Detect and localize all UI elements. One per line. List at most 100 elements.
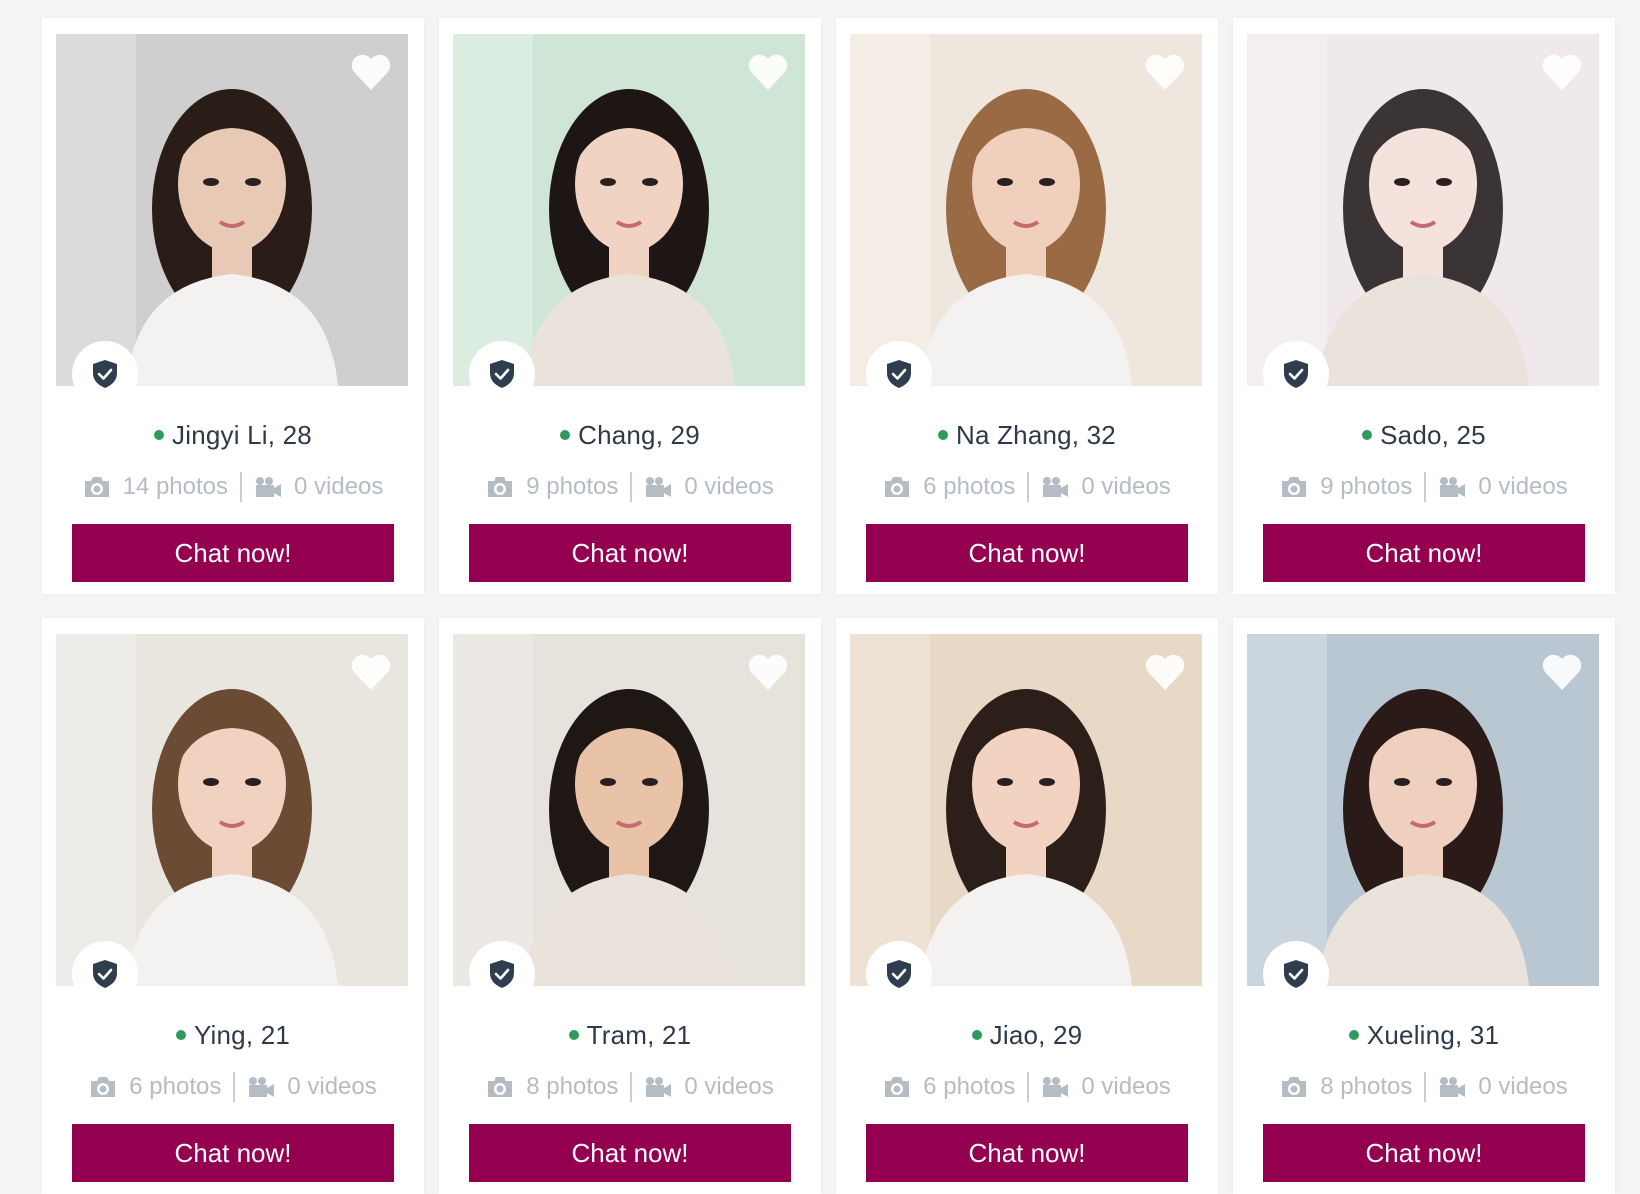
camera-icon [885,1077,910,1097]
media-counts: 6 photos 0 videos [836,472,1218,502]
divider [1424,1072,1427,1102]
shield-check-icon [1284,960,1308,988]
profile-name[interactable]: Chang, 29 [439,420,821,451]
online-dot-icon [175,1030,186,1040]
heart-icon[interactable] [1541,652,1583,692]
heart-icon[interactable] [747,652,789,692]
camera-icon [488,477,513,497]
profile-name[interactable]: Tram, 21 [439,1020,821,1051]
divider [1424,472,1427,502]
profile-photo[interactable] [453,34,805,386]
name-age-text: Na Zhang, 32 [956,420,1116,450]
name-age-text: Chang, 29 [578,420,700,450]
shield-check-icon [93,360,117,388]
verified-badge [866,941,932,1007]
profile-card-5: Ying, 21 6 photos 0 videos Chat now! [42,618,424,1194]
shield-check-icon [887,360,911,388]
photo-count: 6 photos [923,1073,1016,1100]
name-age-text: Xueling, 31 [1366,1020,1500,1050]
chat-now-button[interactable]: Chat now! [1263,524,1585,582]
media-counts: 14 photos 0 videos [42,472,424,502]
camera-icon [1282,1077,1307,1097]
media-counts: 6 photos 0 videos [42,1072,424,1102]
chat-now-button[interactable]: Chat now! [72,524,394,582]
video-camera-icon [1440,477,1466,497]
profile-card-2: Chang, 29 9 photos 0 videos Chat now! [439,18,821,594]
video-count: 0 videos [1081,473,1171,500]
profile-name[interactable]: Jingyi Li, 28 [42,420,424,451]
verified-badge [1263,341,1329,407]
video-count: 0 videos [684,1073,774,1100]
media-counts: 6 photos 0 videos [836,1072,1218,1102]
profile-grid: Jingyi Li, 28 14 photos 0 videos Chat no… [42,18,1615,1194]
video-count: 0 videos [1478,473,1568,500]
chat-now-button[interactable]: Chat now! [469,524,791,582]
video-camera-icon [1043,477,1069,497]
video-count: 0 videos [287,1073,377,1100]
name-age-text: Tram, 21 [586,1020,692,1050]
camera-icon [885,477,910,497]
heart-icon[interactable] [1541,52,1583,92]
online-dot-icon [1348,1030,1359,1040]
camera-icon [91,1077,116,1097]
online-dot-icon [560,430,571,440]
profile-card-4: Sado, 25 9 photos 0 videos Chat now! [1233,18,1615,594]
verified-badge [469,941,535,1007]
video-camera-icon [256,477,282,497]
heart-icon[interactable] [350,652,392,692]
chat-now-button[interactable]: Chat now! [1263,1124,1585,1182]
shield-check-icon [490,360,514,388]
media-counts: 8 photos 0 videos [1233,1072,1615,1102]
chat-now-button[interactable]: Chat now! [469,1124,791,1182]
camera-icon [84,477,109,497]
name-age-text: Jingyi Li, 28 [172,420,312,450]
chat-now-button[interactable]: Chat now! [72,1124,394,1182]
video-camera-icon [646,477,672,497]
profile-name[interactable]: Xueling, 31 [1233,1020,1615,1051]
online-dot-icon [1362,430,1373,440]
profile-name[interactable]: Jiao, 29 [836,1020,1218,1051]
heart-icon[interactable] [350,52,392,92]
photo-count: 8 photos [1320,1073,1413,1100]
profile-photo[interactable] [850,34,1202,386]
video-camera-icon [1440,1077,1466,1097]
profile-photo[interactable] [56,34,408,386]
photo-count: 6 photos [923,473,1016,500]
verified-badge [866,341,932,407]
video-count: 0 videos [1478,1073,1568,1100]
profile-photo[interactable] [453,634,805,986]
profile-photo[interactable] [56,634,408,986]
chat-now-button[interactable]: Chat now! [866,1124,1188,1182]
heart-icon[interactable] [1144,652,1186,692]
divider [630,1072,633,1102]
photo-count: 9 photos [526,473,619,500]
shield-check-icon [1284,360,1308,388]
online-dot-icon [938,430,949,440]
heart-icon[interactable] [747,52,789,92]
profile-name[interactable]: Sado, 25 [1233,420,1615,451]
profile-card-8: Xueling, 31 8 photos 0 videos Chat now! [1233,618,1615,1194]
media-counts: 9 photos 0 videos [439,472,821,502]
video-camera-icon [249,1077,275,1097]
online-dot-icon [154,430,165,440]
divider [1027,1072,1030,1102]
profile-name[interactable]: Na Zhang, 32 [836,420,1218,451]
photo-count: 14 photos [122,473,229,500]
verified-badge [1263,941,1329,1007]
name-age-text: Jiao, 29 [989,1020,1083,1050]
name-age-text: Sado, 25 [1380,420,1486,450]
verified-badge [72,941,138,1007]
video-camera-icon [646,1077,672,1097]
camera-icon [488,1077,513,1097]
online-dot-icon [568,1030,579,1040]
profile-photo[interactable] [850,634,1202,986]
profile-card-1: Jingyi Li, 28 14 photos 0 videos Chat no… [42,18,424,594]
profile-name[interactable]: Ying, 21 [42,1020,424,1051]
profile-photo[interactable] [1247,34,1599,386]
photo-count: 6 photos [129,1073,222,1100]
divider [630,472,633,502]
profile-card-7: Jiao, 29 6 photos 0 videos Chat now! [836,618,1218,1194]
chat-now-button[interactable]: Chat now! [866,524,1188,582]
profile-photo[interactable] [1247,634,1599,986]
heart-icon[interactable] [1144,52,1186,92]
